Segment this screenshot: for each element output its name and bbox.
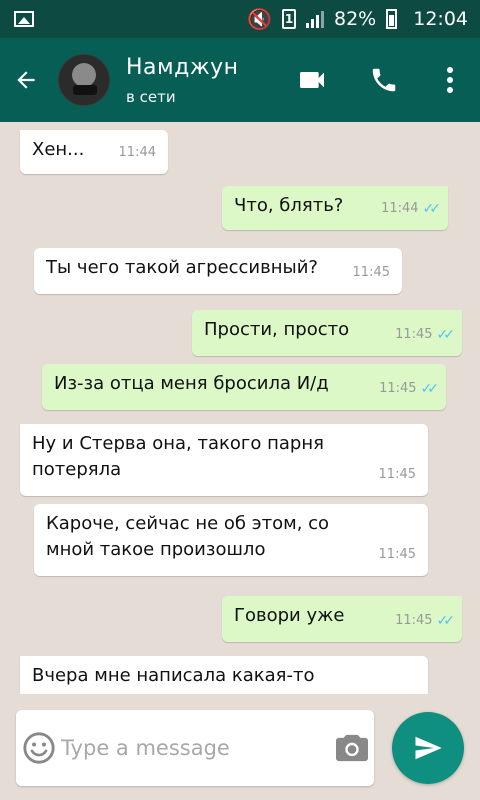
message-time: 11:45 [378,547,416,562]
emoji-button[interactable] [16,710,61,786]
message-input[interactable] [61,736,329,760]
message-text: Говори уже [234,605,345,626]
message-text: Вчера мне написала какая-то [32,665,315,686]
avatar[interactable] [58,54,110,106]
video-call-icon [300,72,324,88]
message-text: Что, блять? [234,195,344,216]
sim-label: 1 [284,12,294,26]
message-bubble[interactable]: Ты чего такой агрессивный? 11:45 [34,248,402,294]
message-bubble[interactable]: Вчера мне написала какая-то [20,656,428,694]
message-composer [16,710,374,786]
more-vert-icon [447,67,453,93]
message-bubble[interactable]: Хен... 11:44 [20,130,168,174]
battery-percent: 82% [334,8,377,30]
message-bubble[interactable]: Говори уже 11:45 ✓✓ [222,596,462,642]
message-time: 11:45 [395,613,433,628]
message-text: Прости, просто [204,319,350,340]
battery-icon [386,9,398,29]
message-time: 11:45 [379,381,417,396]
read-ticks-icon: ✓✓ [436,613,456,629]
message-time: 11:45 [352,265,390,280]
message-time: 11:45 [378,467,416,482]
message-bubble[interactable]: Из-за отца меня бросила И/д 11:45 ✓✓ [42,364,446,410]
status-bar: 🔇 1 82% 12:04 [0,0,480,38]
message-bubble[interactable]: Что, блять? 11:44 ✓✓ [222,186,448,230]
message-bubble[interactable]: Кароче, сейчас не об этом, со мной такое… [34,504,428,576]
read-ticks-icon: ✓✓ [436,327,456,343]
message-bubble[interactable]: Прости, просто 11:45 ✓✓ [192,310,462,356]
read-ticks-icon: ✓✓ [420,381,440,397]
message-time: 11:44 [118,145,156,160]
gallery-icon [14,11,34,27]
message-text: Ты чего такой агрессивный? [46,257,318,278]
message-text: Ну и Стерва она, такого парня потеряла [32,433,324,480]
read-ticks-icon: ✓✓ [422,201,442,217]
emoji-icon [22,732,55,764]
back-button[interactable] [0,38,52,122]
send-button[interactable] [392,712,464,784]
camera-icon [335,734,368,762]
back-arrow-icon [17,71,35,89]
message-text: Из-за отца меня бросила И/д [54,373,329,394]
contact-name: Намджун [126,54,239,80]
camera-button[interactable] [329,710,374,786]
voice-call-button[interactable] [348,38,420,122]
video-call-button[interactable] [276,38,348,122]
chat-messages[interactable]: Хен... 11:44 Что, блять? 11:44 ✓✓ Ты чего… [0,122,480,694]
contact-status: в сети [126,87,176,106]
send-icon [415,736,442,760]
more-options-button[interactable] [420,38,480,122]
mute-icon: 🔇 [247,7,272,31]
message-bubble[interactable]: Ну и Стерва она, такого парня потеряла 1… [20,424,428,496]
contact-info[interactable]: Намджун в сети [126,55,276,106]
clock: 12:04 [413,8,468,30]
phone-icon [372,68,396,92]
message-text: Хен... [32,139,85,160]
sim-icon: 1 [282,9,296,29]
message-time: 11:45 [395,327,433,342]
signal-icon [306,10,324,28]
message-time: 11:44 [381,201,419,216]
message-text: Кароче, сейчас не об этом, со мной такое… [46,513,330,560]
chat-header: Намджун в сети [0,38,480,122]
